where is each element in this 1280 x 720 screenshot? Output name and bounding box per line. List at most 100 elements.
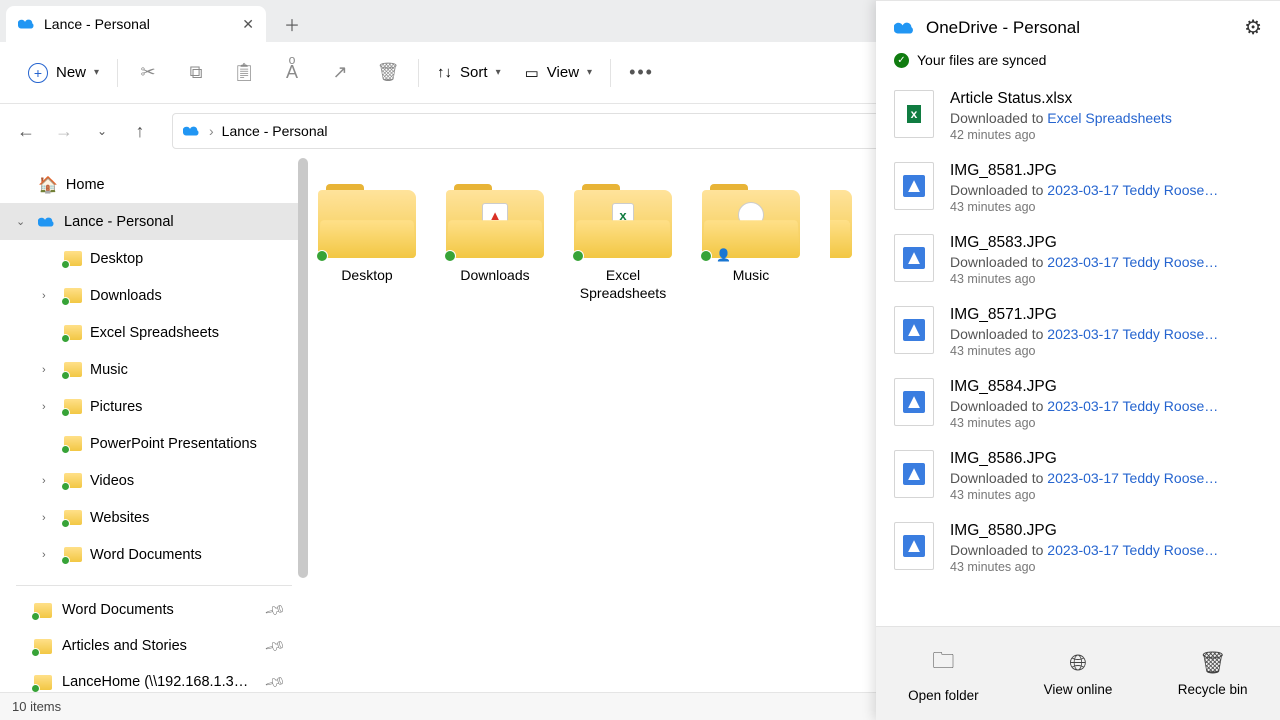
close-icon[interactable]: ✕ — [242, 16, 254, 33]
item-label: Downloads — [460, 266, 529, 284]
tree-child[interactable]: ›Pictures — [0, 388, 308, 425]
tree-child[interactable]: PowerPoint Presentations — [0, 425, 308, 462]
up-button[interactable]: ↑ — [128, 121, 152, 142]
share-icon[interactable]: ↗ — [318, 53, 362, 93]
folder-item[interactable]: 👤 Music — [702, 184, 800, 302]
folder-icon — [64, 547, 82, 562]
activity-dest-link[interactable]: 2023-03-17 Teddy Roose… — [1047, 542, 1218, 558]
activity-dest-link[interactable]: 2023-03-17 Teddy Roose… — [1047, 470, 1218, 486]
globe-icon: 🌐︎ — [1069, 650, 1087, 676]
activity-dest-link[interactable]: 2023-03-17 Teddy Roose… — [1047, 326, 1218, 342]
folder-icon — [64, 251, 82, 266]
activity-item[interactable]: ▲ IMG_8583.JPG Downloaded to 2023-03-17 … — [878, 224, 1278, 296]
folder-icon — [34, 639, 52, 654]
tree-label: Excel Spreadsheets — [90, 325, 219, 341]
chevron-right-icon[interactable]: › — [42, 290, 56, 302]
activity-list: x Article Status.xlsx Downloaded to Exce… — [876, 80, 1280, 626]
tree-child[interactable]: ›Websites — [0, 499, 308, 536]
quick-access-item[interactable]: Word Documents📌︎ — [0, 592, 308, 628]
chevron-right-icon[interactable]: › — [42, 364, 56, 376]
pin-icon[interactable]: 📌︎ — [263, 598, 287, 622]
activity-dest-link[interactable]: 2023-03-17 Teddy Roose… — [1047, 182, 1218, 198]
activity-dest-link[interactable]: 2023-03-17 Teddy Roose… — [1047, 254, 1218, 270]
new-button[interactable]: + New ▾ — [18, 57, 109, 89]
sort-button[interactable]: ↑↓ Sort ▾ — [427, 64, 511, 81]
folder-icon: ▲ — [446, 184, 544, 258]
activity-sub: Downloaded to Excel Spreadsheets — [950, 110, 1172, 126]
activity-time: 43 minutes ago — [950, 488, 1218, 502]
forward-button[interactable]: → — [52, 121, 76, 142]
copy-icon[interactable]: ⧉ — [174, 53, 218, 93]
foot-label: View online — [1044, 682, 1113, 697]
delete-icon[interactable]: 🗑︎ — [366, 53, 410, 93]
tree-label: Downloads — [90, 288, 162, 304]
activity-name: Article Status.xlsx — [950, 90, 1172, 108]
folder-icon — [64, 362, 82, 377]
gear-icon[interactable]: ⚙ — [1244, 15, 1262, 40]
activity-name: IMG_8571.JPG — [950, 306, 1218, 324]
back-button[interactable]: ← — [14, 121, 38, 142]
quick-access-item[interactable]: Articles and Stories 📌︎ — [0, 628, 308, 664]
tree-child[interactable]: ›Music — [0, 351, 308, 388]
activity-item[interactable]: x Article Status.xlsx Downloaded to Exce… — [878, 80, 1278, 152]
cloud-icon — [18, 17, 36, 31]
activity-sub: Downloaded to 2023-03-17 Teddy Roose… — [950, 398, 1218, 414]
pin-icon[interactable]: 📌︎ — [263, 670, 287, 694]
recent-button[interactable]: ⌄ — [90, 124, 114, 138]
tab-active[interactable]: Lance - Personal ✕ — [6, 6, 266, 42]
chevron-right-icon[interactable]: › — [42, 475, 56, 487]
tab-title: Lance - Personal — [44, 16, 150, 32]
tree-child[interactable]: Excel Spreadsheets — [0, 314, 308, 351]
view-online-button[interactable]: 🌐︎ View online — [1011, 627, 1146, 720]
tree-label: Videos — [90, 473, 134, 489]
activity-dest-link[interactable]: Excel Spreadsheets — [1047, 110, 1172, 126]
pin-icon[interactable]: 📌︎ — [263, 634, 287, 658]
tree-child[interactable]: › Downloads — [0, 277, 308, 314]
activity-time: 43 minutes ago — [950, 344, 1218, 358]
activity-item[interactable]: ▲ IMG_8586.JPG Downloaded to 2023-03-17 … — [878, 440, 1278, 512]
view-icon: ▭ — [525, 64, 539, 82]
folder-item[interactable]: ▲ Downloads — [446, 184, 544, 302]
activity-item[interactable]: ▲ IMG_8584.JPG Downloaded to 2023-03-17 … — [878, 368, 1278, 440]
cut-icon[interactable]: ✂ — [126, 53, 170, 93]
view-button[interactable]: ▭ View ▾ — [515, 64, 602, 82]
qa-label: Articles and Stories — [62, 638, 187, 654]
chevron-right-icon[interactable]: › — [42, 549, 56, 561]
folder-item-cut[interactable] — [830, 184, 852, 302]
chevron-down-icon[interactable]: ⌄ — [16, 215, 30, 228]
folder-item[interactable]: Desktop — [318, 184, 416, 302]
folder-icon: x — [574, 184, 672, 258]
item-count: 10 items — [12, 699, 61, 714]
folder-icon — [64, 473, 82, 488]
shared-icon: 👤 — [716, 248, 731, 262]
activity-item[interactable]: ▲ IMG_8580.JPG Downloaded to 2023-03-17 … — [878, 512, 1278, 584]
activity-item[interactable]: ▲ IMG_8571.JPG Downloaded to 2023-03-17 … — [878, 296, 1278, 368]
tree-child[interactable]: Desktop — [0, 240, 308, 277]
paste-icon[interactable]: 📋︎ — [222, 53, 266, 93]
tree-root[interactable]: ⌄ Lance - Personal — [0, 203, 308, 240]
onedrive-flyout: OneDrive - Personal ⚙ ✓ Your files are s… — [876, 0, 1280, 720]
image-file-icon: ▲ — [894, 522, 934, 570]
activity-name: IMG_8581.JPG — [950, 162, 1218, 180]
tree-label: Home — [66, 177, 105, 193]
sync-badge-icon — [316, 250, 328, 262]
view-label: View — [547, 64, 579, 81]
tree-child[interactable]: ›Word Documents — [0, 536, 308, 573]
separator — [610, 59, 611, 87]
new-tab-button[interactable]: ＋ — [276, 8, 308, 40]
folder-item[interactable]: x Excel Spreadsheets — [574, 184, 672, 302]
open-folder-button[interactable]: 🗀 Open folder — [876, 627, 1011, 720]
chevron-right-icon[interactable]: › — [42, 401, 56, 413]
scrollbar[interactable] — [298, 158, 308, 578]
recycle-bin-button[interactable]: 🗑︎ Recycle bin — [1145, 627, 1280, 720]
tree-child[interactable]: › Videos — [0, 462, 308, 499]
folder-icon — [34, 675, 52, 690]
more-button[interactable]: ••• — [619, 62, 664, 83]
rename-icon[interactable]: Aͦ — [270, 53, 314, 93]
chevron-right-icon[interactable]: › — [42, 512, 56, 524]
activity-dest-link[interactable]: 2023-03-17 Teddy Roose… — [1047, 398, 1218, 414]
activity-sub: Downloaded to 2023-03-17 Teddy Roose… — [950, 542, 1218, 558]
foot-label: Recycle bin — [1178, 682, 1248, 697]
tree-home[interactable]: 🏠 Home — [0, 166, 308, 203]
activity-item[interactable]: ▲ IMG_8581.JPG Downloaded to 2023-03-17 … — [878, 152, 1278, 224]
